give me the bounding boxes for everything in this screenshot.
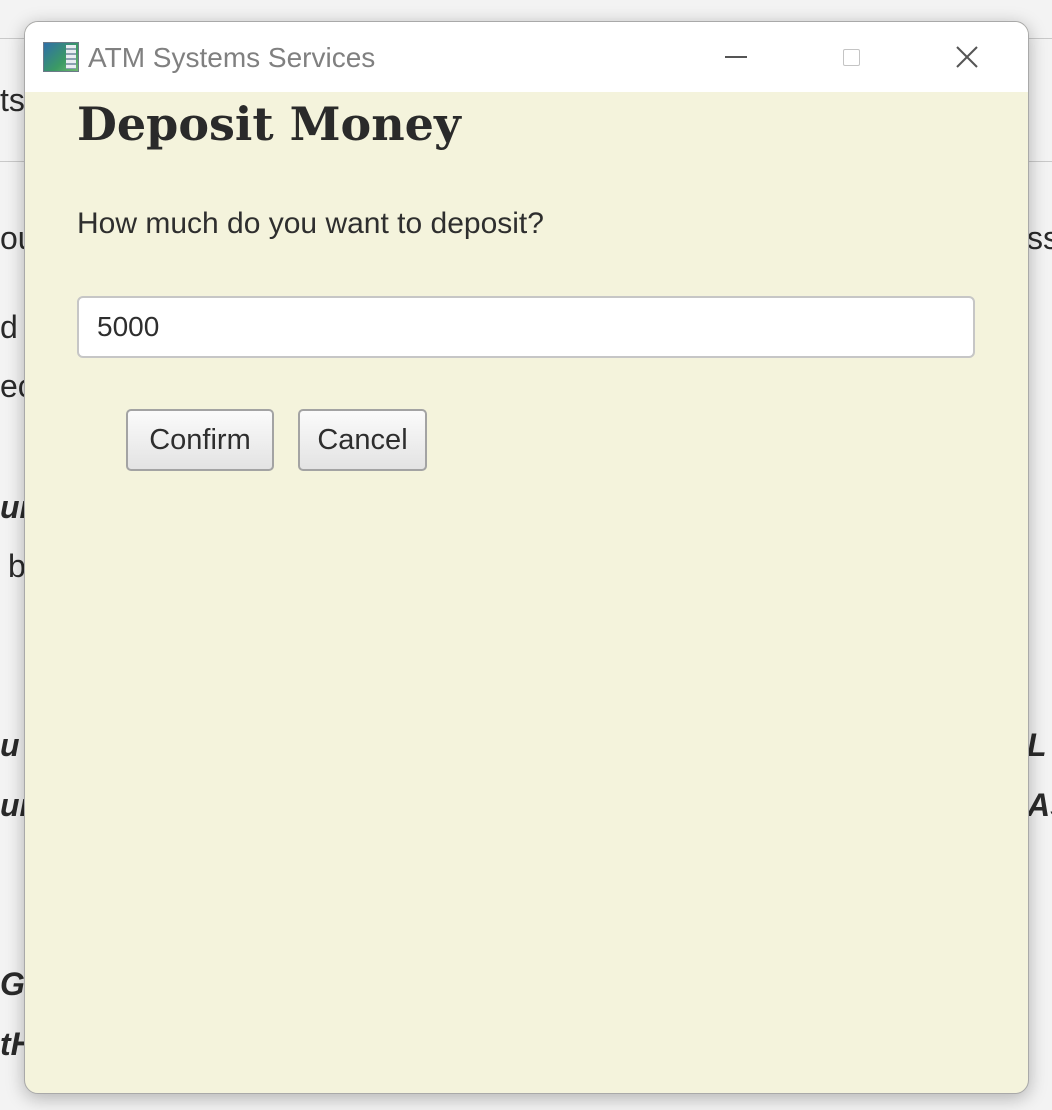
background-text-fragment: As [1027,787,1052,823]
title-bar[interactable]: ATM Systems Services [25,22,1028,92]
app-icon [43,42,79,72]
dialog-heading: Deposit Money [77,97,461,151]
close-button[interactable] [909,22,1025,92]
confirm-button[interactable]: Confirm [126,409,274,471]
close-icon [956,46,978,68]
background-text-fragment: L [1027,727,1047,763]
background-text-fragment: d [0,309,18,345]
maximize-icon [842,48,860,66]
window-title: ATM Systems Services [88,42,376,73]
deposit-prompt-label: How much do you want to deposit? [77,207,544,240]
minimize-button[interactable] [678,22,794,92]
background-text-fragment: u [0,727,20,763]
deposit-dialog-window: ATM Systems Services Deposit Money How m… [24,21,1029,1094]
background-text-fragment: ts [0,82,25,118]
cancel-button[interactable]: Cancel [298,409,427,471]
background-text-fragment: ss [1027,220,1052,256]
minimize-icon [725,56,747,58]
deposit-amount-input[interactable] [77,296,975,358]
maximize-button[interactable] [793,22,909,92]
